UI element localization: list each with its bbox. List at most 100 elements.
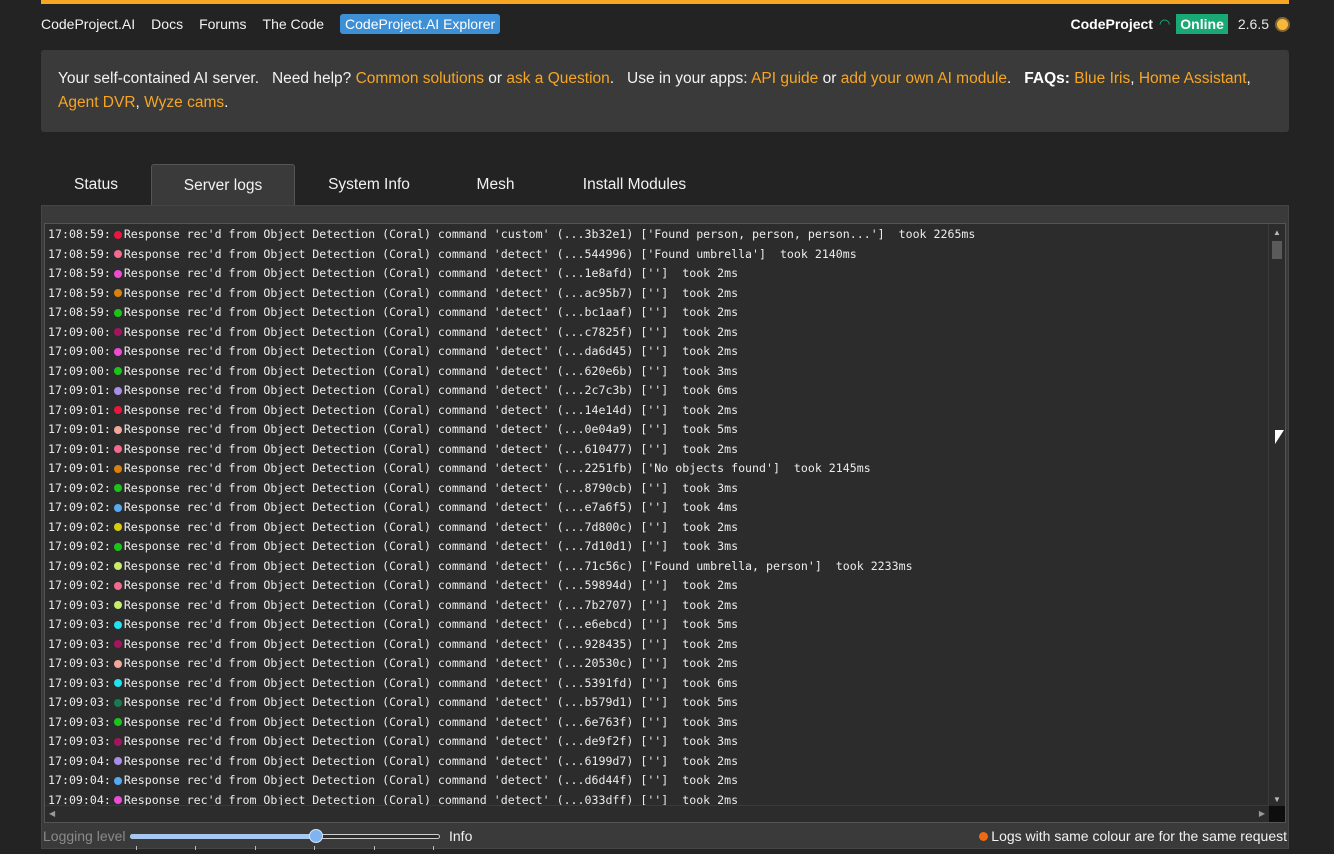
log-timestamp: 17:08:59: — [48, 246, 111, 261]
request-colour-dot-icon — [113, 581, 122, 590]
log-message: Response rec'd from Object Detection (Co… — [123, 402, 739, 417]
log-line: 17:09:02: Response rec'd from Object Dete… — [48, 576, 975, 596]
tab-mesh[interactable]: Mesh — [443, 164, 548, 206]
log-message: Response rec'd from Object Detection (Co… — [123, 383, 739, 397]
horizontal-scrollbar[interactable]: ◀ ▶ — [45, 805, 1269, 822]
log-line: 17:08:59: Response rec'd from Object Dete… — [48, 245, 975, 265]
online-status-badge: Online — [1176, 14, 1228, 34]
log-line: 17:09:02: Response rec'd from Object Dete… — [48, 557, 975, 577]
request-colour-dot-icon — [113, 425, 122, 434]
log-footer: Logging level Info Logs with same colour… — [43, 827, 1287, 850]
request-colour-dot-icon — [113, 601, 122, 610]
slider-handle[interactable] — [309, 829, 323, 843]
scroll-up-icon[interactable]: ▲ — [1273, 228, 1281, 237]
request-colour-dot-icon — [113, 620, 122, 629]
log-line: 17:09:03: Response rec'd from Object Dete… — [48, 674, 975, 694]
request-colour-dot-icon — [113, 464, 122, 473]
nav-codeproject-ai[interactable]: CodeProject.AI — [41, 16, 135, 32]
tab-system-info[interactable]: System Info — [295, 164, 443, 206]
log-timestamp: 17:09:02: — [48, 500, 111, 514]
log-message: Response rec'd from Object Detection (Co… — [123, 656, 739, 670]
log-line: 17:09:02: Response rec'd from Object Dete… — [48, 479, 975, 499]
slider-ticks — [136, 846, 434, 850]
tab-status[interactable]: Status — [41, 164, 151, 206]
brand-name[interactable]: CodeProject — [1070, 16, 1152, 32]
log-timestamp: 17:09:03: — [48, 675, 111, 690]
log-message: Response rec'd from Object Detection (Co… — [123, 539, 739, 553]
log-line: 17:09:03: Response rec'd from Object Dete… — [48, 693, 975, 713]
log-line: 17:09:00: Response rec'd from Object Dete… — [48, 362, 975, 382]
request-colour-dot-icon — [113, 386, 122, 395]
log-line: 17:09:02: Response rec'd from Object Dete… — [48, 498, 975, 518]
nav-the-code[interactable]: The Code — [263, 16, 324, 32]
log-message: Response rec'd from Object Detection (Co… — [123, 441, 739, 456]
tab-install-modules[interactable]: Install Modules — [548, 164, 721, 206]
request-colour-dot-icon — [113, 796, 122, 805]
home-assistant-link[interactable]: Home Assistant — [1139, 70, 1247, 87]
log-message: Response rec'd from Object Detection (Co… — [123, 558, 913, 573]
log-message: Response rec'd from Object Detection (Co… — [123, 266, 739, 280]
top-nav: CodeProject.AI Docs Forums The Code Code… — [41, 13, 501, 35]
request-colour-dot-icon — [113, 308, 122, 317]
banner-or: or — [822, 70, 837, 87]
log-timestamp: 17:09:02: — [48, 558, 111, 573]
request-colour-dot-icon — [113, 523, 122, 532]
log-timestamp: 17:09:00: — [48, 344, 111, 358]
log-message: Response rec'd from Object Detection (Co… — [123, 480, 739, 495]
log-message: Response rec'd from Object Detection (Co… — [123, 363, 739, 378]
nav-docs[interactable]: Docs — [151, 16, 183, 32]
vertical-scrollbar[interactable]: ▲ ▼ — [1268, 224, 1285, 806]
log-message: Response rec'd from Object Detection (Co… — [123, 422, 739, 436]
scroll-left-icon[interactable]: ◀ — [49, 809, 55, 818]
wyze-cams-link[interactable]: Wyze cams — [144, 94, 224, 111]
request-colour-dot-icon — [113, 230, 122, 239]
wifi-icon: ◠ — [1158, 16, 1171, 31]
common-solutions-link[interactable]: Common solutions — [356, 70, 484, 87]
nav-explorer-button[interactable]: CodeProject.AI Explorer — [340, 14, 501, 34]
log-timestamp: 17:09:04: — [48, 773, 111, 787]
ask-question-link[interactable]: ask a Question — [506, 70, 609, 87]
log-message: Response rec'd from Object Detection (Co… — [123, 597, 739, 612]
scroll-down-icon[interactable]: ▼ — [1273, 795, 1281, 804]
log-message: Response rec'd from Object Detection (Co… — [123, 714, 739, 729]
log-message: Response rec'd from Object Detection (Co… — [123, 324, 739, 339]
mouse-cursor-icon — [1275, 430, 1284, 444]
scroll-right-icon[interactable]: ▶ — [1259, 809, 1265, 818]
log-timestamp: 17:09:02: — [48, 539, 111, 553]
log-lines: 17:08:59: Response rec'd from Object Dete… — [48, 225, 975, 810]
theme-sun-icon[interactable] — [1277, 18, 1288, 30]
log-timestamp: 17:09:03: — [48, 656, 111, 670]
log-timestamp: 17:08:59: — [48, 285, 111, 300]
api-guide-link[interactable]: API guide — [751, 70, 818, 87]
log-line: 17:09:04: Response rec'd from Object Dete… — [48, 752, 975, 772]
logging-level-slider[interactable] — [130, 829, 440, 850]
accent-bar — [41, 0, 1289, 4]
tab-server-logs[interactable]: Server logs — [151, 164, 295, 206]
add-module-link[interactable]: add your own AI module — [841, 70, 1007, 87]
banner-help-text: Need help? — [271, 70, 352, 87]
request-colour-dot-icon — [113, 542, 122, 551]
scroll-thumb[interactable] — [1272, 241, 1282, 259]
log-message: Response rec'd from Object Detection (Co… — [123, 773, 739, 787]
blue-iris-link[interactable]: Blue Iris — [1074, 70, 1130, 87]
request-colour-dot-icon — [113, 776, 122, 785]
request-colour-dot-icon — [113, 757, 122, 766]
request-colour-dot-icon — [113, 406, 122, 415]
log-timestamp: 17:09:03: — [48, 617, 111, 631]
log-line: 17:09:03: Response rec'd from Object Dete… — [48, 713, 975, 733]
version-label: 2.6.5 — [1237, 16, 1269, 32]
log-output[interactable]: 17:08:59: Response rec'd from Object Dete… — [44, 223, 1286, 823]
log-timestamp: 17:09:00: — [48, 363, 111, 378]
log-timestamp: 17:09:03: — [48, 734, 111, 748]
log-timestamp: 17:08:59: — [48, 266, 111, 280]
agent-dvr-link[interactable]: Agent DVR — [58, 94, 136, 111]
log-line: 17:09:00: Response rec'd from Object Dete… — [48, 323, 975, 343]
request-colour-dot-icon — [113, 737, 122, 746]
logging-level-value: Info — [449, 828, 473, 844]
log-message: Response rec'd from Object Detection (Co… — [123, 305, 739, 319]
nav-forums[interactable]: Forums — [199, 16, 246, 32]
log-message: Response rec'd from Object Detection (Co… — [123, 344, 739, 358]
log-timestamp: 17:09:03: — [48, 695, 111, 709]
log-message: Response rec'd from Object Detection (Co… — [123, 734, 739, 748]
log-message: Response rec'd from Object Detection (Co… — [123, 695, 739, 709]
